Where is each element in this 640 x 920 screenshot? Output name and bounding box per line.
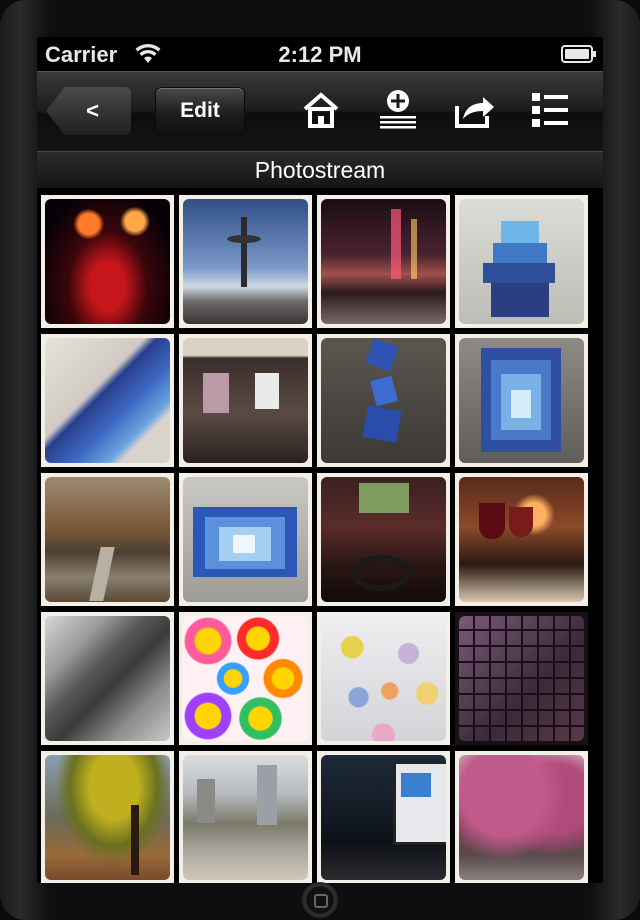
photo-thumbnail[interactable] <box>317 751 450 883</box>
photo-thumbnail[interactable] <box>317 473 450 606</box>
photo-thumbnail[interactable] <box>41 195 174 328</box>
sign-text <box>189 342 299 354</box>
home-button[interactable] <box>303 883 337 917</box>
clock: 2:12 PM <box>278 42 362 67</box>
photo-thumbnail[interactable] <box>179 473 312 606</box>
add-icon[interactable] <box>376 88 420 132</box>
photo-thumbnail[interactable] <box>455 473 588 606</box>
photo-image <box>45 338 170 463</box>
photo-thumbnail[interactable] <box>179 612 312 745</box>
photo-thumbnail[interactable] <box>41 612 174 745</box>
photo-image <box>321 199 446 324</box>
battery-icon <box>561 45 596 63</box>
photo-thumbnail[interactable] <box>41 473 174 606</box>
photo-image <box>183 199 308 324</box>
photo-image <box>459 199 584 324</box>
photo-thumbnail[interactable] <box>179 334 312 467</box>
photo-thumbnail[interactable] <box>455 751 588 883</box>
photo-image <box>459 338 584 463</box>
back-button[interactable]: < <box>46 87 131 135</box>
photo-thumbnail[interactable] <box>41 751 174 883</box>
photo-image <box>183 477 308 602</box>
photo-image <box>321 755 446 880</box>
photo-image <box>45 616 170 741</box>
photo-thumbnail[interactable] <box>317 334 450 467</box>
photo-thumbnail[interactable] <box>455 334 588 467</box>
photo-grid <box>37 195 603 883</box>
screen: Carrier 2:12 PM < Edit Photostream <box>37 37 603 883</box>
share-icon[interactable] <box>453 88 497 132</box>
photo-thumbnail[interactable] <box>179 195 312 328</box>
photo-image <box>183 755 308 880</box>
photo-thumbnail[interactable] <box>317 195 450 328</box>
edit-button[interactable]: Edit <box>155 87 245 135</box>
photo-image <box>45 477 170 602</box>
status-bar: Carrier 2:12 PM <box>37 37 603 71</box>
home-icon[interactable] <box>299 88 343 132</box>
photo-image <box>45 755 170 880</box>
photo-thumbnail[interactable] <box>455 195 588 328</box>
toolbar: < Edit <box>37 71 603 152</box>
photo-image <box>321 477 446 602</box>
photo-image <box>45 199 170 324</box>
photo-image <box>459 755 584 880</box>
photo-thumbnail[interactable] <box>179 751 312 883</box>
photo-image <box>459 616 584 741</box>
photo-image <box>459 477 584 602</box>
photo-thumbnail[interactable] <box>41 334 174 467</box>
photo-image <box>183 338 308 463</box>
photo-thumbnail[interactable] <box>455 612 588 745</box>
list-icon[interactable] <box>528 88 572 132</box>
page-title: Photostream <box>37 151 603 189</box>
photo-image <box>183 616 308 741</box>
photo-image <box>321 338 446 463</box>
photo-thumbnail[interactable] <box>317 612 450 745</box>
photo-image <box>321 616 446 741</box>
